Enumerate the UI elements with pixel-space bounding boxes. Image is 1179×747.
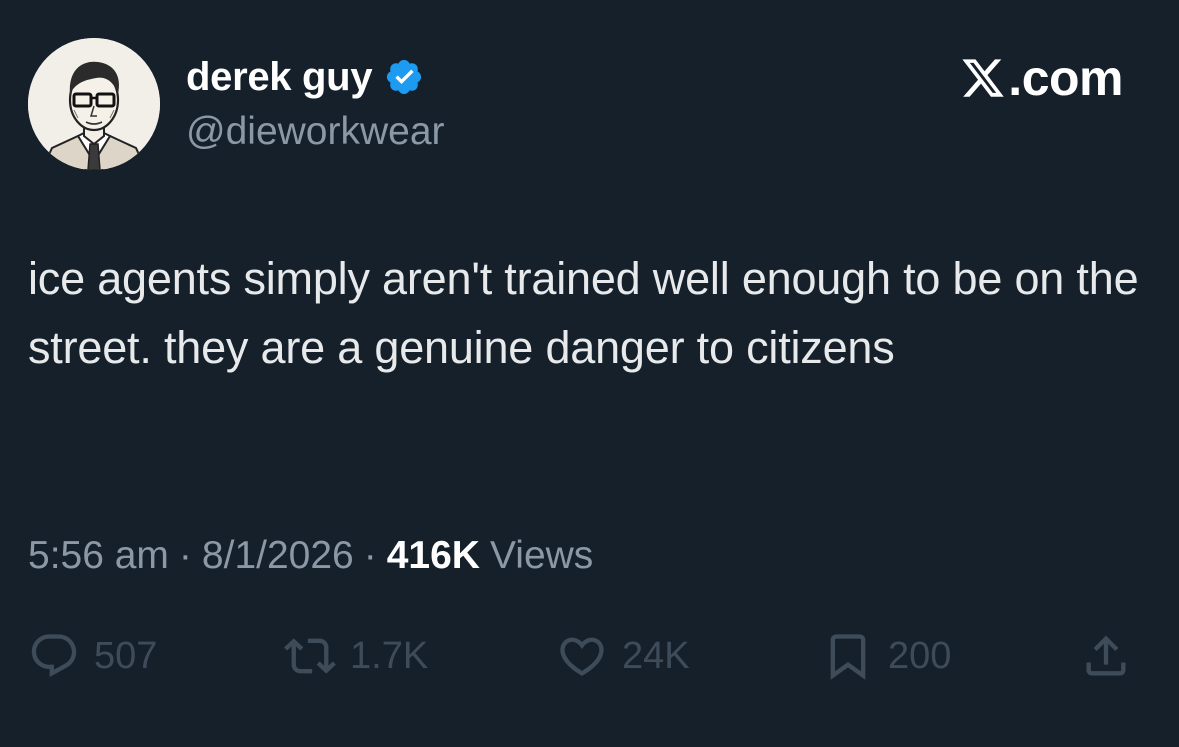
heart-icon — [560, 637, 604, 676]
brand-domain: .com — [1008, 50, 1123, 106]
retweet-icon — [284, 638, 336, 674]
meta-separator: · — [178, 534, 192, 577]
brand-mark: .com — [960, 50, 1123, 106]
bookmark-icon — [830, 634, 866, 680]
author-name-row: derek guy — [186, 52, 424, 102]
reply-button[interactable]: 507 — [28, 626, 157, 686]
tweet-text: ice agents simply aren't trained well en… — [28, 253, 1139, 373]
tweet-card: derek guy @dieworkwear .com ice agents s… — [0, 0, 1179, 747]
bookmark-button[interactable]: 200 — [822, 626, 951, 686]
reply-icon — [31, 634, 77, 678]
verified-badge-icon — [387, 59, 422, 95]
author-display-name[interactable]: derek guy — [186, 52, 373, 102]
retweet-count: 1.7K — [350, 634, 429, 677]
like-button[interactable]: 24K — [556, 626, 690, 686]
avatar[interactable] — [28, 38, 160, 170]
tweet-time[interactable]: 5:56 am — [28, 534, 169, 578]
share-icon — [1086, 635, 1126, 676]
meta-separator: · — [363, 534, 377, 577]
views-count: 416K — [386, 534, 480, 577]
like-count: 24K — [622, 634, 690, 677]
author-handle[interactable]: @dieworkwear — [186, 108, 445, 156]
share-button[interactable] — [1080, 626, 1132, 686]
bookmark-count: 200 — [888, 634, 952, 677]
avatar-portrait-icon — [28, 38, 160, 170]
views-label: Views — [489, 534, 594, 577]
tweet-meta: 5:56 am · 8/1/2026 · 416K Views — [28, 530, 593, 582]
x-logo-icon — [962, 59, 1005, 97]
retweet-button[interactable]: 1.7K — [284, 626, 428, 686]
action-bar: 507 1.7K 24K 200 — [28, 626, 1153, 686]
reply-count: 507 — [94, 634, 158, 677]
tweet-date[interactable]: 8/1/2026 — [202, 534, 354, 578]
